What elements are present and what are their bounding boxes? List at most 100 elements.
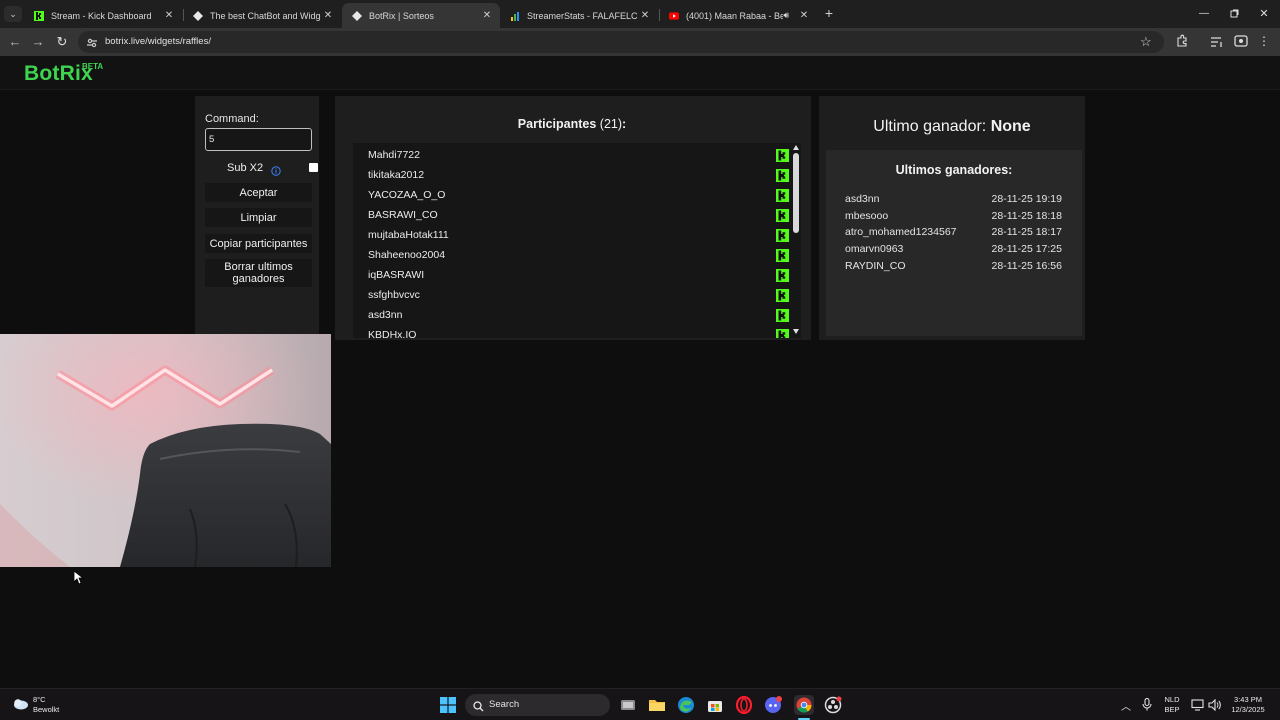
- participant-name: YACOZAA_O_O: [368, 189, 446, 201]
- webcam-overlay: [0, 334, 331, 567]
- list-item: BASRAWI_CO: [368, 205, 789, 225]
- volume-icon[interactable]: [1208, 698, 1221, 712]
- youtube-icon: [669, 11, 679, 21]
- opera-icon[interactable]: [735, 695, 753, 715]
- tab-title: BotRix | Sorteos: [369, 10, 434, 21]
- browser-toolbar: ← → ↻ botrix.live/widgets/raffles/ ☆ ⋮: [0, 28, 1280, 56]
- mouse-cursor-icon: [74, 571, 84, 585]
- table-row: atro_mohamed1234567 28-11-25 18:17: [845, 224, 1062, 240]
- profile-avatar-icon[interactable]: [1234, 34, 1248, 48]
- tab-botrix-home[interactable]: The best ChatBot and Widgets ✕: [183, 3, 341, 28]
- cloud-icon[interactable]: [11, 697, 29, 711]
- task-view-icon[interactable]: [619, 696, 637, 714]
- participant-name: asd3nn: [368, 309, 403, 321]
- extensions-icon[interactable]: [1175, 34, 1189, 48]
- botrix-icon: [352, 10, 362, 21]
- obs-icon[interactable]: [824, 696, 842, 714]
- back-arrow-icon[interactable]: ←: [7, 34, 23, 50]
- tab-search-button[interactable]: ⌄: [4, 6, 22, 22]
- minimize-icon[interactable]: —: [1196, 6, 1212, 22]
- list-item: asd3nn: [368, 305, 789, 325]
- chevron-up-icon[interactable]: ︿: [1121, 698, 1131, 713]
- kick-icon: [776, 268, 789, 282]
- restore-icon[interactable]: [1226, 6, 1242, 22]
- botrix-header: BotRix: [0, 56, 1280, 90]
- weather-temp: 8°C: [33, 695, 46, 704]
- taskbar-search-box[interactable]: Search: [465, 694, 610, 716]
- winner-time: 28-11-25 18:18: [991, 210, 1062, 222]
- botrix-icon: [193, 10, 203, 21]
- clock-time[interactable]: 3:43 PM: [1228, 695, 1268, 705]
- tab-title: Stream - Kick Dashboard: [51, 10, 152, 21]
- site-info-icon[interactable]: [86, 36, 98, 48]
- sub-x2-checkbox[interactable]: [309, 163, 318, 172]
- speaker-icon[interactable]: 🔊︎: [783, 10, 789, 21]
- chrome-icon[interactable]: [794, 695, 814, 715]
- recent-winners-title: Ultimos ganadores:: [895, 163, 1013, 177]
- kick-icon: [776, 208, 789, 222]
- info-icon[interactable]: [271, 163, 281, 176]
- list-item: ssfghbvcvc: [368, 285, 789, 305]
- participant-name: Mahdi7722: [368, 149, 420, 161]
- language-top[interactable]: NLD: [1163, 695, 1181, 705]
- search-label: Search: [489, 699, 520, 710]
- tab-title: (4001) Maan Rabaa - Belwe: [686, 10, 784, 21]
- microphone-icon[interactable]: [1142, 697, 1152, 711]
- url-text: botrix.live/widgets/raffles/: [105, 36, 211, 47]
- kick-icon: [776, 148, 789, 162]
- participants-colon: :: [622, 117, 627, 131]
- winner-name: mbesooo: [845, 210, 889, 222]
- command-input[interactable]: [205, 128, 312, 151]
- file-explorer-icon[interactable]: [648, 696, 666, 714]
- copy-participants-button[interactable]: Copiar participantes: [205, 234, 312, 253]
- list-item: mujtabaHotak111: [368, 225, 789, 245]
- clear-button[interactable]: Limpiar: [205, 208, 312, 227]
- close-icon[interactable]: ✕: [321, 10, 335, 21]
- participants-list[interactable]: Mahdi7722 tikitaka2012 YACOZAA_O_O BASRA…: [353, 143, 791, 338]
- list-scrollbar[interactable]: [791, 143, 801, 338]
- bookmark-star-icon[interactable]: ☆: [1140, 34, 1152, 50]
- windows-start-icon[interactable]: [440, 697, 456, 713]
- accept-button[interactable]: Aceptar: [205, 183, 312, 202]
- media-controls-icon[interactable]: [1210, 35, 1224, 47]
- tab-title: The best ChatBot and Widgets: [210, 10, 321, 21]
- close-window-icon[interactable]: ✕: [1256, 6, 1272, 22]
- participant-name: Shaheenoo2004: [368, 249, 446, 261]
- tab-youtube[interactable]: (4001) Maan Rabaa - Belwe 🔊︎ ✕: [659, 3, 817, 28]
- network-icon[interactable]: [1191, 698, 1204, 711]
- scrollbar-thumb[interactable]: [793, 153, 799, 233]
- language-bottom[interactable]: BEP: [1163, 705, 1181, 715]
- tab-kick-dashboard[interactable]: Stream - Kick Dashboard ✕: [24, 3, 182, 28]
- edge-icon[interactable]: [677, 696, 695, 714]
- clock-date[interactable]: 12/3/2025: [1226, 705, 1270, 715]
- browser-tab-strip: ⌄ Stream - Kick Dashboard ✕ The best Cha…: [0, 0, 1280, 28]
- address-bar[interactable]: botrix.live/widgets/raffles/ ☆: [78, 31, 1164, 53]
- list-item: Mahdi7722: [368, 145, 789, 165]
- more-menu-icon[interactable]: ⋮: [1258, 33, 1270, 49]
- discord-icon[interactable]: [764, 696, 782, 714]
- winner-time: 28-11-25 17:25: [991, 243, 1062, 255]
- microsoft-store-icon[interactable]: [706, 696, 724, 714]
- close-icon[interactable]: ✕: [638, 10, 652, 21]
- scroll-up-arrow-icon[interactable]: [793, 145, 799, 150]
- list-item: Shaheenoo2004: [368, 245, 789, 265]
- close-icon[interactable]: ✕: [162, 10, 176, 21]
- participant-name: BASRAWI_CO: [368, 209, 438, 221]
- delete-winners-button[interactable]: Borrar ultimos ganadores: [205, 259, 312, 287]
- close-icon[interactable]: ✕: [480, 10, 494, 21]
- kick-icon: [776, 228, 789, 242]
- close-icon[interactable]: ✕: [797, 10, 811, 21]
- winner-time: 28-11-25 19:19: [991, 193, 1062, 205]
- forward-arrow-icon[interactable]: →: [30, 34, 46, 50]
- winner-time: 28-11-25 18:17: [991, 226, 1062, 238]
- kick-icon: [776, 308, 789, 322]
- new-tab-button[interactable]: +: [822, 5, 836, 21]
- tab-streamerstats[interactable]: StreamerStats - FALAFELCO Pro ✕: [500, 3, 658, 28]
- sub-x2-label: Sub X2: [227, 162, 264, 174]
- participants-heading: Participantes (21):: [353, 117, 791, 131]
- tab-botrix-sorteos[interactable]: BotRix | Sorteos ✕: [342, 3, 500, 28]
- reload-icon[interactable]: ↻: [54, 34, 70, 50]
- scroll-down-arrow-icon[interactable]: [793, 329, 799, 334]
- last-winner-label: Ultimo ganador:: [873, 118, 987, 135]
- bar-chart-icon: [510, 11, 520, 21]
